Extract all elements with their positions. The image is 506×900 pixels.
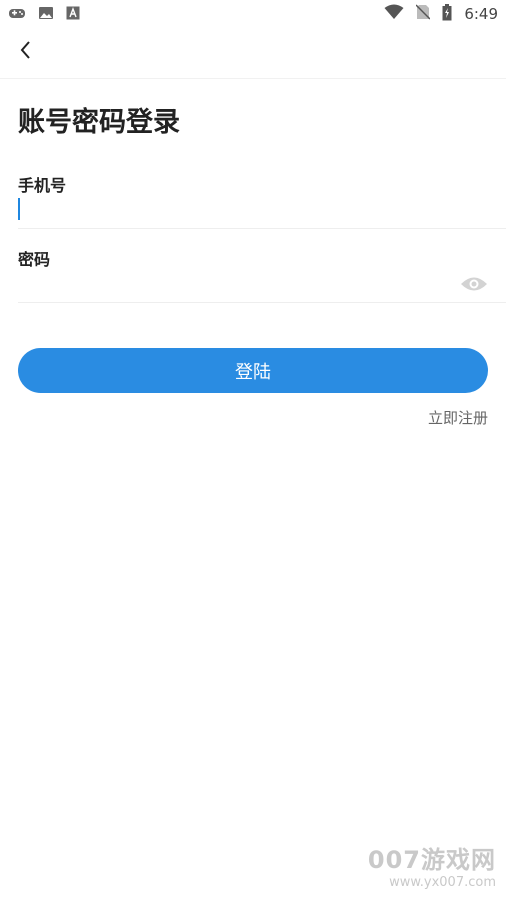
text-caret [18,198,20,220]
phone-divider [18,228,506,229]
wifi-icon [384,4,404,24]
page-title: 账号密码登录 [18,107,180,138]
status-bar: 6:49 [0,0,506,28]
no-sim-icon [415,4,431,24]
watermark-logo: 007游戏网 www.yx007.com [368,840,496,890]
status-left-icons [8,5,80,24]
register-link[interactable]: 立即注册 [428,407,488,428]
image-icon [38,5,54,24]
password-input[interactable] [18,268,454,302]
login-button[interactable]: 登陆 [18,348,488,393]
password-divider [18,302,506,303]
phone-input[interactable] [18,192,504,226]
gamepad-icon [8,5,26,24]
back-button[interactable] [12,38,40,66]
chevron-left-icon [19,40,33,64]
battery-icon [442,3,452,25]
status-time: 6:49 [464,5,498,23]
font-a-icon [66,5,80,24]
watermark-url: www.yx007.com [389,875,496,890]
password-label: 密码 [18,250,51,269]
password-visibility-toggle[interactable] [458,272,490,300]
eye-icon [460,275,488,297]
status-right-icons: 6:49 [384,3,498,25]
top-navigation-bar [0,28,506,79]
watermark-brand: 007游戏网 [367,846,496,874]
